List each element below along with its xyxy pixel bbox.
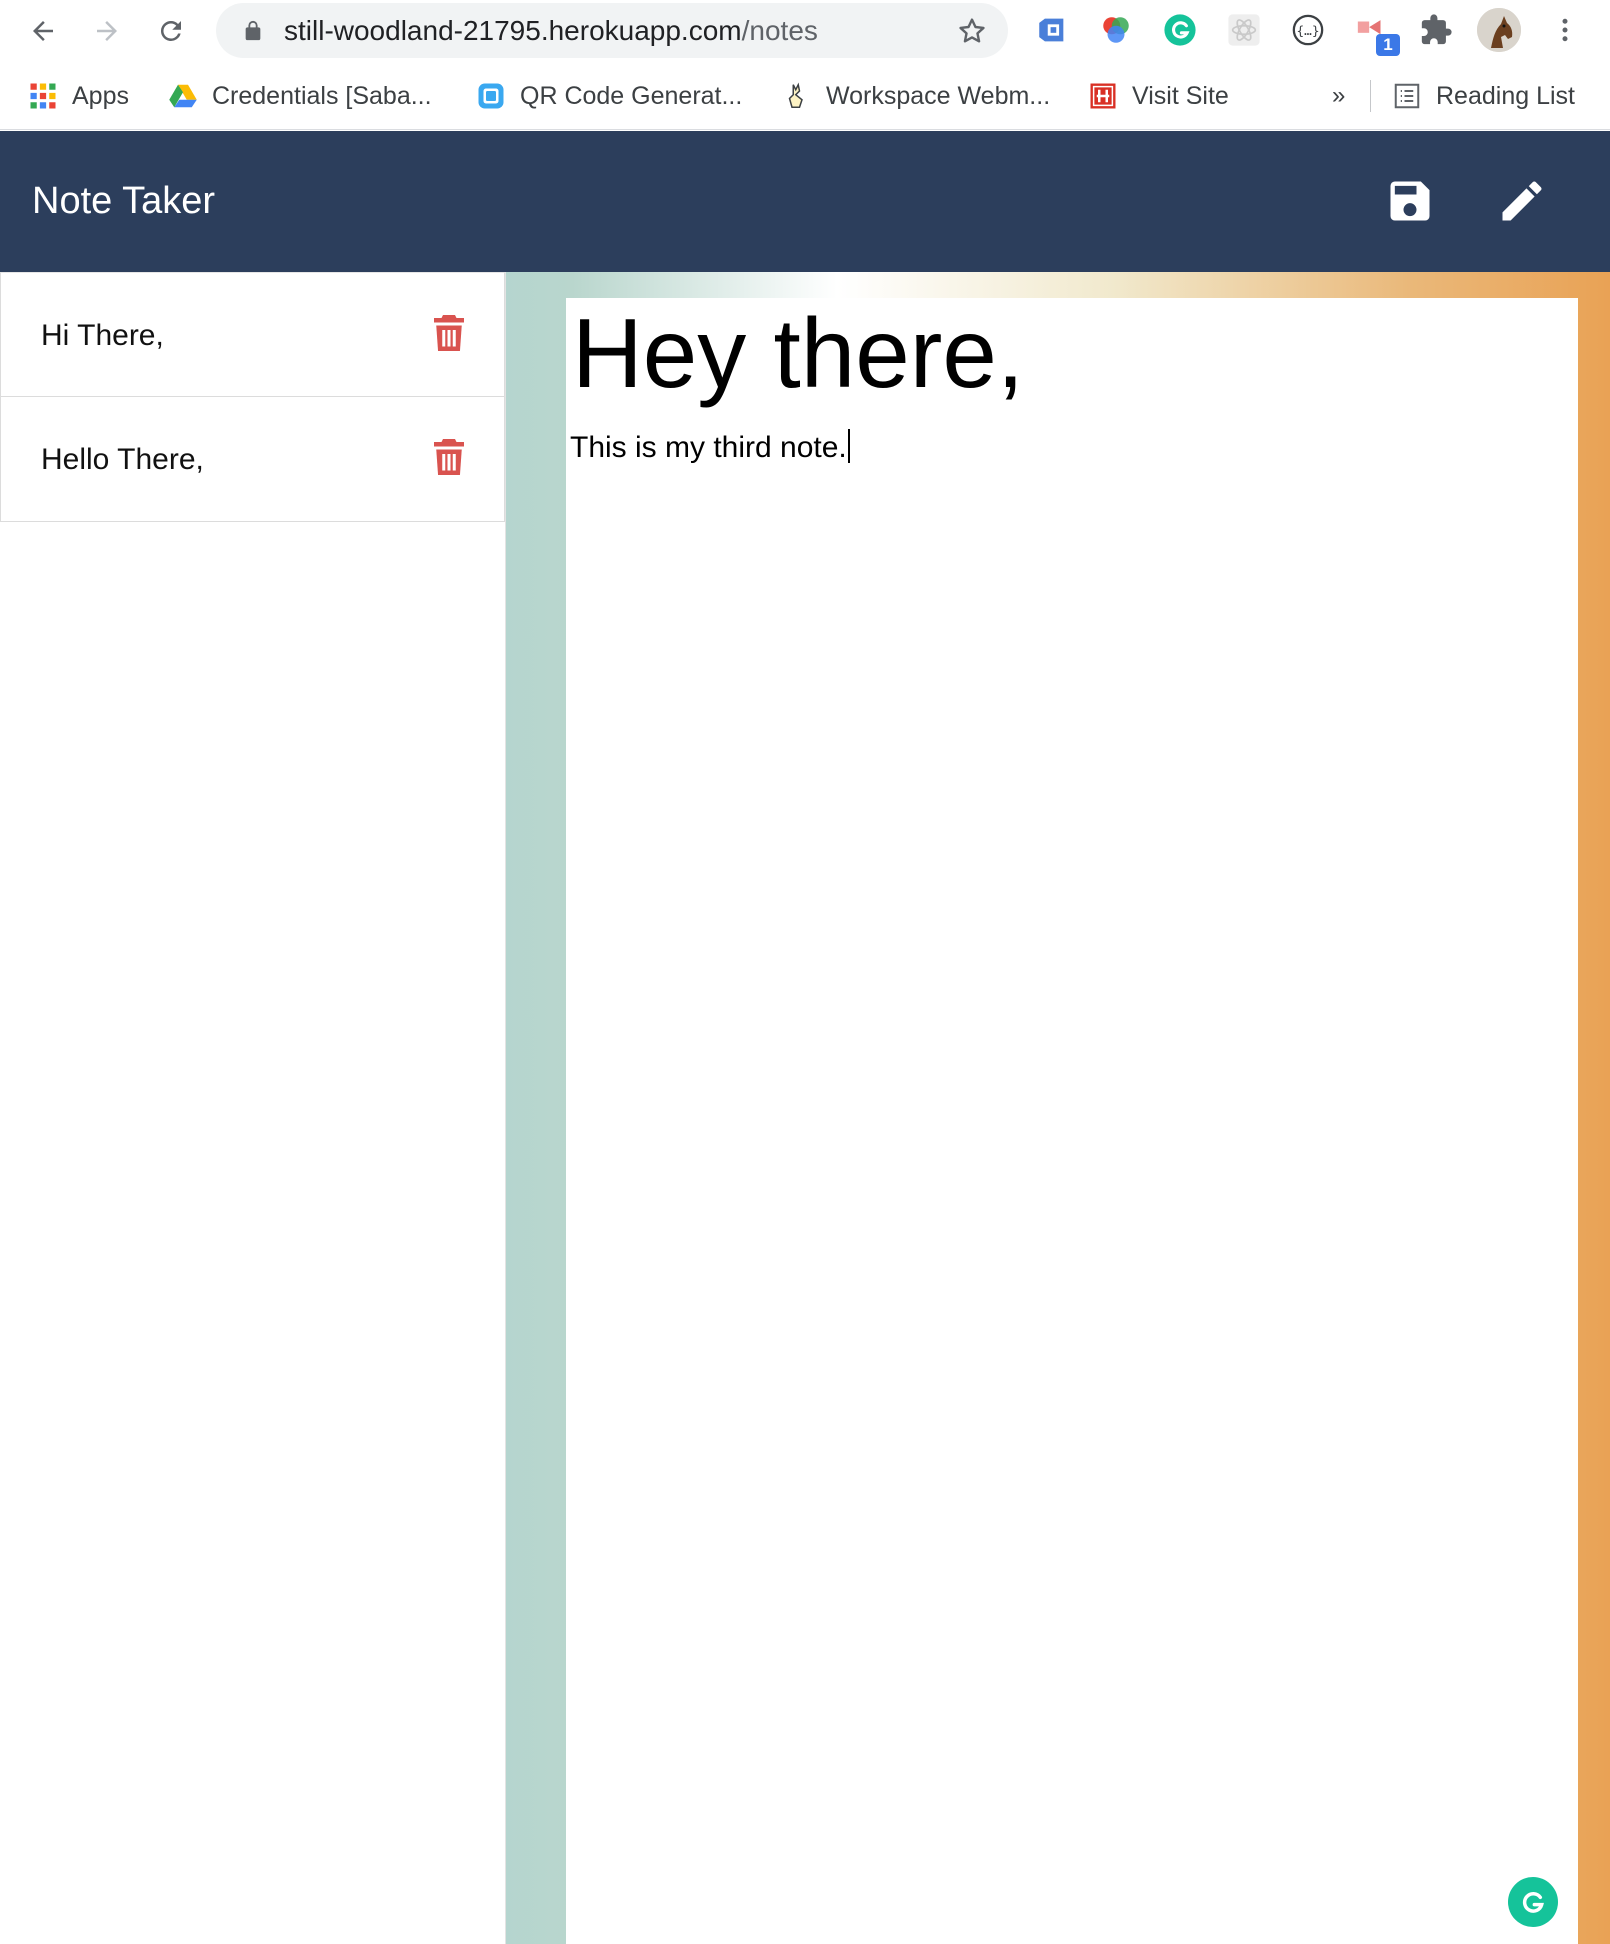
reload-icon xyxy=(160,20,181,41)
grammarly-widget-button[interactable] xyxy=(1508,1877,1558,1927)
react-atom-icon xyxy=(1228,14,1260,46)
bookmark-label: QR Code Generat... xyxy=(520,81,743,110)
extension-color-button[interactable] xyxy=(1096,10,1136,50)
json-braces-icon: {…} xyxy=(1292,14,1324,46)
save-note-button[interactable] xyxy=(1380,171,1440,231)
url-host: still-woodland-21795.herokuapp.com xyxy=(284,15,742,46)
bookmarks-bar: Apps Credentials [Saba... QR Code Genera… xyxy=(0,62,1610,130)
note-list-title: Hi There, xyxy=(41,319,164,352)
puzzle-piece-icon xyxy=(1421,14,1452,45)
text-caret xyxy=(847,429,850,463)
app-navbar: Note Taker xyxy=(0,131,1610,272)
extension-tag-button[interactable] xyxy=(1032,10,1072,50)
trash-icon[interactable] xyxy=(431,437,467,477)
pencil-icon xyxy=(1502,181,1542,221)
save-icon xyxy=(1390,181,1430,221)
grammarly-icon xyxy=(1164,14,1196,46)
bookmarks-divider xyxy=(1370,80,1371,112)
horse-avatar-icon xyxy=(1477,8,1521,52)
note-editor: Hey there, This is my third note. xyxy=(566,298,1578,1944)
lock-icon xyxy=(245,20,261,41)
note-list-item[interactable]: Hi There, xyxy=(0,272,505,397)
qr-code-icon xyxy=(476,81,506,111)
reading-list-label: Reading List xyxy=(1436,81,1575,110)
back-button[interactable] xyxy=(22,10,64,52)
arrow-right-icon xyxy=(97,21,117,41)
notes-sidebar: Hi There, Hello There, xyxy=(0,272,506,1944)
address-bar[interactable]: still-woodland-21795.herokuapp.com/notes xyxy=(216,3,1008,58)
url-path: /notes xyxy=(741,15,818,46)
note-list-title: Hello There, xyxy=(41,443,204,476)
tag-icon xyxy=(1039,18,1064,42)
overflow-chevrons-icon: » xyxy=(1332,82,1346,109)
url-text: still-woodland-21795.herokuapp.com/notes xyxy=(284,3,818,58)
bookmark-qr-code[interactable]: QR Code Generat... xyxy=(476,76,742,116)
svg-text:{…}: {…} xyxy=(1296,24,1319,39)
grammarly-g-icon xyxy=(1522,1892,1544,1913)
bookmark-label: Apps xyxy=(72,81,129,110)
extension-json-button[interactable]: {…} xyxy=(1288,10,1328,50)
profile-avatar[interactable] xyxy=(1477,8,1521,52)
extensions-menu-button[interactable] xyxy=(1416,10,1456,50)
note-list-item[interactable]: Hello There, xyxy=(0,397,505,522)
bookmark-label: Visit Site xyxy=(1132,81,1229,110)
bookmark-star-icon[interactable] xyxy=(956,15,988,47)
extension-grammarly-button[interactable] xyxy=(1160,10,1200,50)
browser-toolbar: still-woodland-21795.herokuapp.com/notes… xyxy=(0,0,1610,62)
trash-icon[interactable] xyxy=(431,313,467,353)
new-note-button[interactable] xyxy=(1492,171,1552,231)
bookmark-credentials[interactable]: Credentials [Saba... xyxy=(168,76,432,116)
extension-badge: 1 xyxy=(1376,34,1400,56)
bookmark-label: Workspace Webm... xyxy=(826,81,1051,110)
bookmark-label: Credentials [Saba... xyxy=(212,81,432,110)
jester-hand-icon xyxy=(782,81,812,111)
site-logo-icon xyxy=(1088,81,1118,111)
reading-list-icon xyxy=(1392,81,1422,111)
apps-grid-icon xyxy=(28,81,58,111)
extension-react-button[interactable] xyxy=(1224,10,1264,50)
bookmark-apps[interactable]: Apps xyxy=(28,76,129,116)
color-wheel-icon xyxy=(1103,17,1129,43)
extension-redux-button[interactable]: 1 xyxy=(1352,10,1400,56)
note-body-text: This is my third note. xyxy=(570,431,847,464)
bookmark-visit-site[interactable]: Visit Site xyxy=(1088,76,1229,116)
bookmarks-overflow-button[interactable]: » xyxy=(1332,76,1345,116)
note-text-area[interactable]: This is my third note. xyxy=(570,428,850,468)
app-title[interactable]: Note Taker xyxy=(32,131,215,272)
note-title-input[interactable]: Hey there, xyxy=(572,298,1024,408)
google-drive-icon xyxy=(168,81,198,111)
browser-menu-icon[interactable] xyxy=(1550,12,1580,48)
bookmark-workspace[interactable]: Workspace Webm... xyxy=(782,76,1050,116)
arrow-left-icon xyxy=(33,21,53,41)
reload-button[interactable] xyxy=(150,10,192,52)
forward-button[interactable] xyxy=(86,10,128,52)
reading-list-button[interactable]: Reading List xyxy=(1392,76,1575,116)
